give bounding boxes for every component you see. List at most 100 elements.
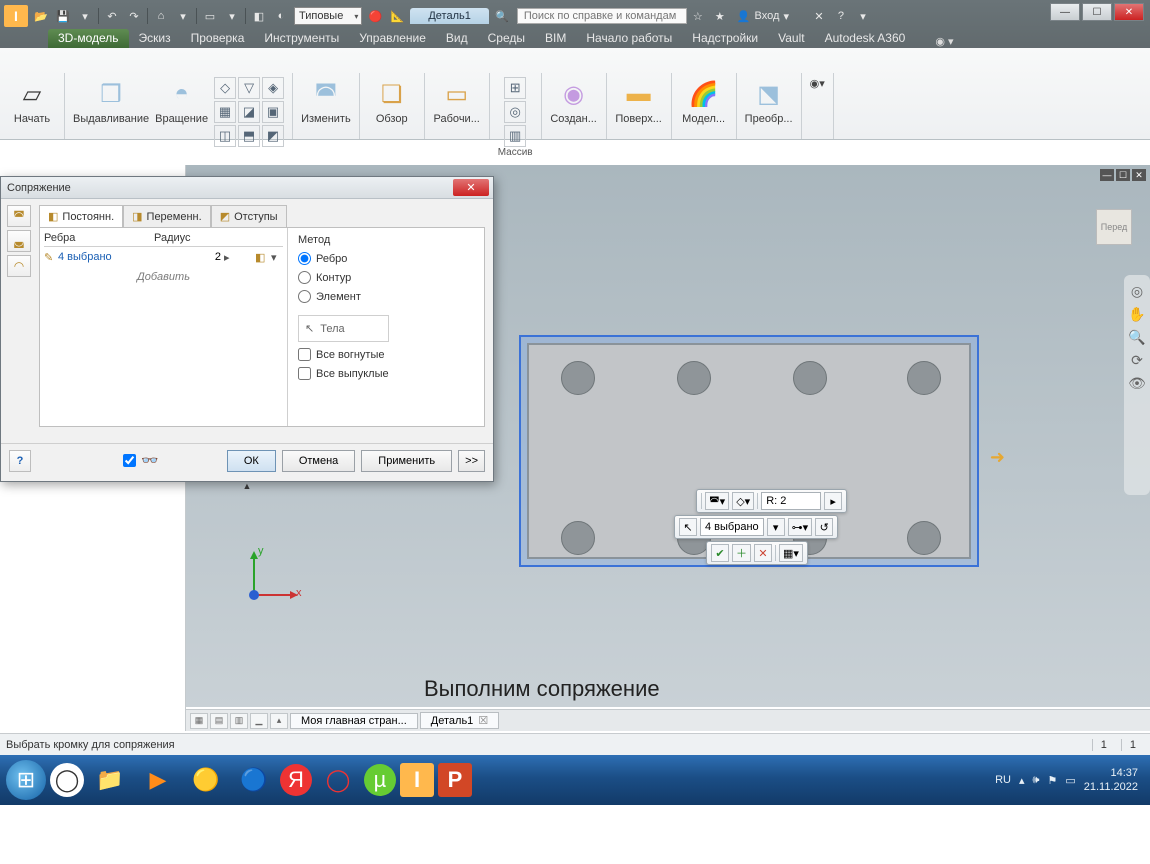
select-icon[interactable]: ▭ xyxy=(200,6,220,26)
chevron-up-icon[interactable]: ▴ xyxy=(270,713,288,729)
steering-wheel-icon[interactable]: ◎ xyxy=(1131,283,1143,300)
cascade-icon[interactable]: ▤ xyxy=(210,713,228,729)
minimize-button[interactable]: — xyxy=(1050,3,1080,21)
view-cube[interactable]: Перед xyxy=(1096,209,1132,245)
tab-manage[interactable]: Управление xyxy=(349,29,436,48)
modify-button[interactable]: ◚Изменить xyxy=(301,77,351,125)
tab-tools[interactable]: Инструменты xyxy=(254,29,349,48)
edge-fillet-mode-icon[interactable]: ◚ xyxy=(7,205,31,227)
color-icon[interactable]: 🔴 xyxy=(365,6,385,26)
undo-icon[interactable]: ↶ xyxy=(102,6,122,26)
continuity-icon[interactable]: ◧ xyxy=(255,251,271,264)
dropdown-icon[interactable]: ▾ xyxy=(853,6,873,26)
zoom-icon[interactable]: 🔍 xyxy=(1128,329,1145,346)
expand-handle-icon[interactable]: ▲ xyxy=(243,481,252,491)
dropdown-icon[interactable]: ▾ xyxy=(222,6,242,26)
rect-pattern-icon[interactable]: ⊞ xyxy=(504,77,526,99)
coil-icon[interactable]: ◈ xyxy=(262,77,284,99)
import-icon[interactable]: ⬒ xyxy=(238,125,260,147)
dropdown-icon[interactable]: ▾ xyxy=(75,6,95,26)
help-search-input[interactable] xyxy=(517,8,687,24)
document-tab[interactable]: Деталь1 xyxy=(410,8,489,24)
dropdown-icon[interactable]: ▾ xyxy=(173,6,193,26)
taskbar-app-edge[interactable]: 🔵 xyxy=(232,760,276,800)
maximize-button[interactable]: ☐ xyxy=(1082,3,1112,21)
doc-tab-part[interactable]: Деталь1☒ xyxy=(420,712,499,729)
taskbar-app-ya[interactable]: Я xyxy=(280,764,312,796)
vp-maximize-icon[interactable]: ☐ xyxy=(1116,169,1130,181)
derive-icon[interactable]: ▣ xyxy=(262,101,284,123)
radius-input[interactable]: R: 2 xyxy=(761,492,821,510)
sweep-icon[interactable]: ◇ xyxy=(214,77,236,99)
all-concave-checkbox[interactable]: Все вогнутые xyxy=(298,348,389,361)
tab-sketch[interactable]: Эскиз xyxy=(129,29,181,48)
open-icon[interactable]: 📂 xyxy=(31,6,51,26)
spinner-icon[interactable]: ▸ xyxy=(824,492,842,510)
start-sketch-button[interactable]: ▱ Начать xyxy=(8,77,56,125)
tab-setbacks[interactable]: ◩Отступы xyxy=(211,205,287,227)
material-icon[interactable]: ◧ xyxy=(249,6,269,26)
extrude-button[interactable]: ❒Выдавливание xyxy=(73,77,149,147)
tray-flag-icon[interactable]: ⚑ xyxy=(1047,774,1057,787)
more-button[interactable]: >> xyxy=(458,450,485,472)
taskbar-app-inventor[interactable]: I xyxy=(400,763,434,797)
method-edge-radio[interactable]: Ребро xyxy=(298,252,389,265)
surface-button[interactable]: ▬Поверх... xyxy=(615,77,663,125)
help-icon[interactable]: ? xyxy=(831,6,851,26)
ok-icon-button[interactable]: ✔ xyxy=(711,544,729,562)
dropdown-icon[interactable]: ▾ xyxy=(767,518,785,536)
tab-a360[interactable]: Autodesk A360 xyxy=(815,29,916,48)
tray-chevron-icon[interactable]: ▴ xyxy=(1019,774,1025,787)
taskbar-app-utorrent[interactable]: µ xyxy=(364,764,396,796)
spinner-icon[interactable]: ▸ xyxy=(224,251,236,264)
apply-button[interactable]: Применить xyxy=(361,450,452,472)
mirror-icon[interactable]: ▥ xyxy=(504,125,526,147)
taskbar-app-yandex[interactable]: ◯ xyxy=(50,763,84,797)
taskbar-app-opera[interactable]: ◯ xyxy=(316,760,360,800)
all-convex-checkbox[interactable]: Все выпуклые xyxy=(298,367,389,380)
start-button[interactable]: ⊞ xyxy=(6,760,46,800)
tab-view[interactable]: Вид xyxy=(436,29,478,48)
cancel-icon-button[interactable]: ✕ xyxy=(754,544,772,562)
taskbar-app-explorer[interactable]: 📁 xyxy=(88,760,132,800)
cancel-button[interactable]: Отмена xyxy=(282,450,355,472)
face-fillet-mode-icon[interactable]: ◛ xyxy=(7,230,31,252)
ribbon-expand-icon[interactable]: ◉▾ xyxy=(810,77,825,90)
tile-icon[interactable]: ▦ xyxy=(190,713,208,729)
selection-link[interactable]: 4 выбрано xyxy=(58,251,154,263)
tab-inspect[interactable]: Проверка xyxy=(181,29,255,48)
method-loop-radio[interactable]: Контур xyxy=(298,271,389,284)
search-icon[interactable]: 🔍 xyxy=(492,6,512,26)
tab-3d-model[interactable]: 3D-модель xyxy=(48,29,129,48)
decal-icon[interactable]: ◫ xyxy=(214,125,236,147)
revolve-button[interactable]: ◓Вращение xyxy=(155,77,208,147)
app-logo[interactable]: I xyxy=(4,5,28,27)
circ-pattern-icon[interactable]: ◎ xyxy=(504,101,526,123)
edge-set-icon[interactable]: ◇▾ xyxy=(732,492,754,510)
tab-addins[interactable]: Надстройки xyxy=(682,29,768,48)
work-features-button[interactable]: ▭Рабочи... xyxy=(433,77,481,125)
tab-variable[interactable]: ◨Переменн. xyxy=(123,205,211,227)
rib-icon[interactable]: ▦ xyxy=(214,101,236,123)
explore-button[interactable]: ❏Обзор xyxy=(368,77,416,125)
exchange-icon[interactable]: ✕ xyxy=(809,6,829,26)
radius-field[interactable] xyxy=(154,251,224,263)
fillet-type-icon[interactable]: ◚▾ xyxy=(705,492,729,510)
home-icon[interactable]: ⌂ xyxy=(151,6,171,26)
taskbar-app-media[interactable]: ▶ xyxy=(136,760,180,800)
method-feature-radio[interactable]: Элемент xyxy=(298,290,389,303)
close-button[interactable]: ✕ xyxy=(1114,3,1144,21)
doc-tab-home[interactable]: Моя главная стран... xyxy=(290,713,418,729)
close-icon[interactable]: ☒ xyxy=(478,714,488,727)
tray-network-icon[interactable]: 🕪 xyxy=(1033,774,1040,787)
taskbar-app-chrome[interactable]: 🟡 xyxy=(184,760,228,800)
redo-icon[interactable]: ↷ xyxy=(124,6,144,26)
vp-close-icon[interactable]: ✕ xyxy=(1132,169,1146,181)
dialog-titlebar[interactable]: Сопряжение ✕ xyxy=(1,177,493,199)
vp-minimize-icon[interactable]: — xyxy=(1100,169,1114,181)
tray-lang[interactable]: RU xyxy=(995,774,1011,786)
tab-environments[interactable]: Среды xyxy=(478,29,535,48)
ok-button[interactable]: ОК xyxy=(227,450,276,472)
dialog-close-button[interactable]: ✕ xyxy=(453,179,489,196)
lookat-icon[interactable]: 👁 xyxy=(1128,375,1146,392)
